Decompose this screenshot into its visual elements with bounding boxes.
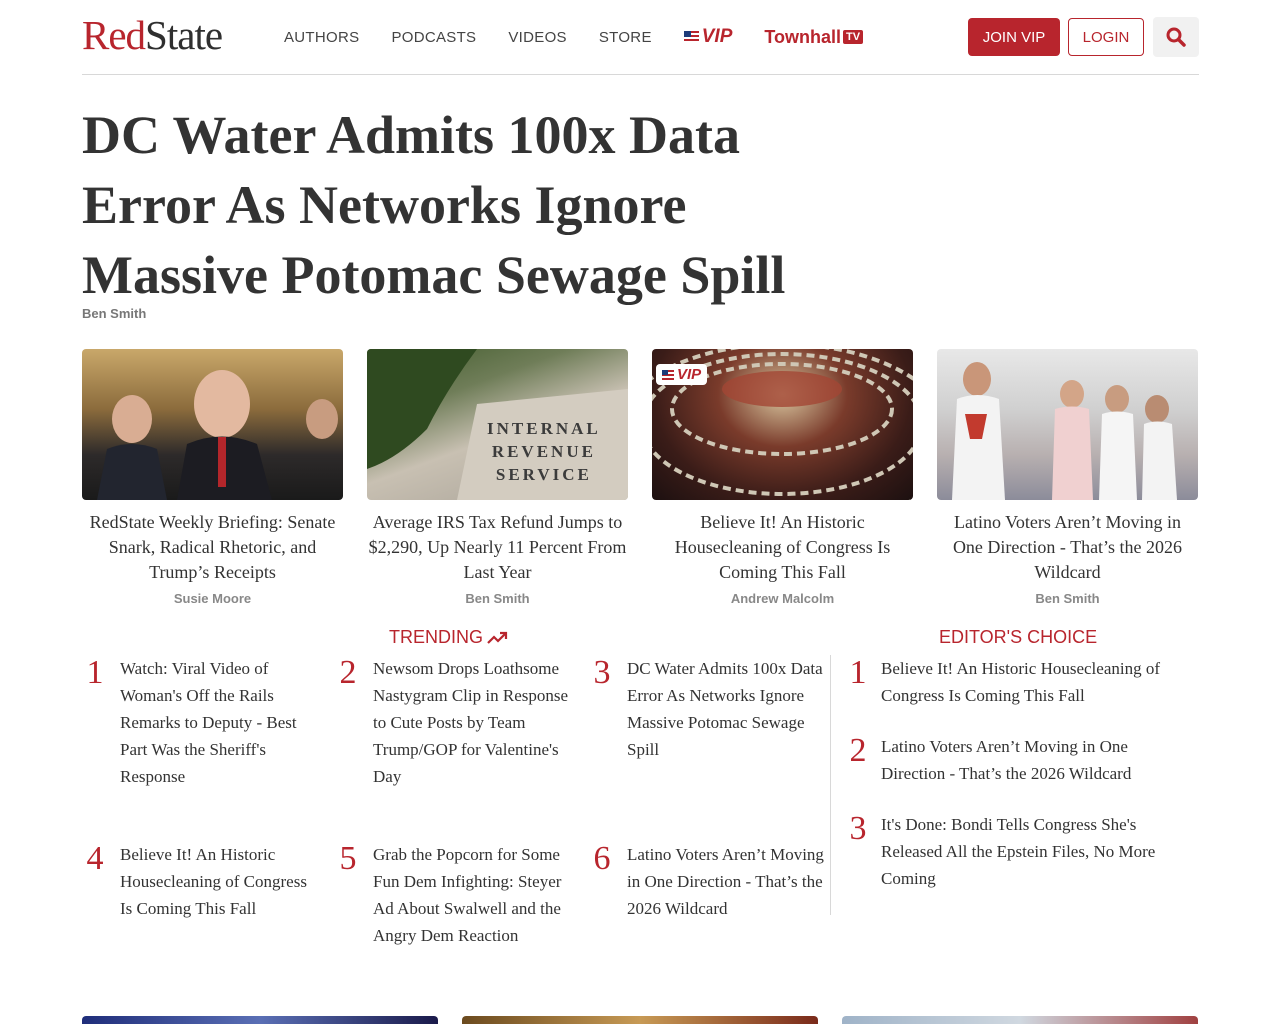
story-image[interactable] bbox=[937, 349, 1198, 500]
story-author[interactable]: Ben Smith bbox=[937, 591, 1198, 606]
irs-line: REVENUE bbox=[491, 442, 596, 461]
item-title[interactable]: DC Water Admits 100x Data Error As Netwo… bbox=[627, 655, 827, 763]
story-card[interactable]: VIP Believe It! An Historic Housecleanin… bbox=[652, 349, 913, 606]
story-title[interactable]: Latino Voters Aren’t Moving in One Direc… bbox=[937, 510, 1198, 585]
item-number: 1 bbox=[86, 654, 104, 691]
site-header: RedState AUTHORS PODCASTS VIDEOS STORE V… bbox=[82, 0, 1199, 75]
item-title[interactable]: Believe It! An Historic Housecleaning of… bbox=[881, 655, 1195, 709]
story-image[interactable] bbox=[82, 1016, 438, 1024]
logo-dark: State bbox=[145, 12, 223, 58]
item-title[interactable]: Newsom Drops Loathsome Nastygram Clip in… bbox=[373, 655, 573, 790]
logo-red: Red bbox=[82, 12, 146, 58]
headline-author[interactable]: Ben Smith bbox=[82, 306, 146, 321]
story-image[interactable]: VIP bbox=[652, 349, 913, 500]
story-card[interactable]: RedState Weekly Briefing: Senate Snark, … bbox=[82, 349, 343, 606]
nav-authors[interactable]: AUTHORS bbox=[284, 29, 359, 46]
nav-podcasts[interactable]: PODCASTS bbox=[391, 29, 476, 46]
irs-line: SERVICE bbox=[495, 465, 592, 484]
join-vip-button[interactable]: JOIN VIP bbox=[968, 18, 1060, 56]
story-title[interactable]: Believe It! An Historic Housecleaning of… bbox=[652, 510, 913, 585]
item-title[interactable]: Watch: Viral Video of Woman's Off the Ra… bbox=[120, 655, 320, 790]
item-number: 5 bbox=[339, 840, 357, 877]
item-title[interactable]: Grab the Popcorn for Some Fun Dem Infigh… bbox=[373, 841, 573, 949]
main-nav: AUTHORS PODCASTS VIDEOS STORE VIP Townha… bbox=[284, 26, 864, 48]
item-title[interactable]: Latino Voters Aren’t Moving in One Direc… bbox=[627, 841, 827, 922]
photo-illustration bbox=[952, 362, 1177, 500]
trending-up-icon bbox=[487, 631, 508, 644]
townhall-label: Townhall bbox=[764, 26, 842, 47]
tv-badge: TV bbox=[843, 30, 864, 44]
item-title[interactable]: Latino Voters Aren’t Moving in One Direc… bbox=[881, 733, 1195, 787]
story-image[interactable] bbox=[462, 1016, 818, 1024]
item-number: 3 bbox=[849, 810, 867, 847]
nav-vip[interactable]: VIP bbox=[683, 26, 733, 48]
search-icon bbox=[1166, 27, 1186, 47]
vip-badge-label: VIP bbox=[677, 366, 702, 383]
vip-badge: VIP bbox=[656, 364, 708, 385]
nav-vip-label: VIP bbox=[701, 26, 733, 47]
story-author[interactable]: Ben Smith bbox=[367, 591, 628, 606]
story-title[interactable]: Average IRS Tax Refund Jumps to $2,290, … bbox=[367, 510, 628, 585]
item-title[interactable]: It's Done: Bondi Tells Congress She's Re… bbox=[881, 811, 1195, 892]
item-number: 2 bbox=[339, 654, 357, 691]
column-divider bbox=[830, 655, 831, 915]
item-number: 3 bbox=[593, 654, 611, 691]
main-headline[interactable]: DC Water Admits 100x Data Error As Netwo… bbox=[82, 100, 842, 310]
site-logo[interactable]: RedState bbox=[82, 12, 223, 58]
irs-sign: INTERNAL REVENUE SERVICE bbox=[487, 417, 601, 486]
flag-icon bbox=[683, 31, 699, 43]
story-card[interactable]: INTERNAL REVENUE SERVICE Average IRS Tax… bbox=[367, 349, 628, 606]
item-number: 4 bbox=[86, 840, 104, 877]
nav-videos[interactable]: VIDEOS bbox=[508, 29, 566, 46]
search-button[interactable] bbox=[1153, 17, 1199, 57]
story-card[interactable]: Latino Voters Aren’t Moving in One Direc… bbox=[937, 349, 1198, 606]
story-image[interactable] bbox=[82, 349, 343, 500]
flag-icon bbox=[662, 369, 674, 380]
item-number: 6 bbox=[593, 840, 611, 877]
story-image[interactable] bbox=[842, 1016, 1198, 1024]
story-title[interactable]: RedState Weekly Briefing: Senate Snark, … bbox=[82, 510, 343, 585]
nav-store[interactable]: STORE bbox=[599, 29, 652, 46]
story-image[interactable]: INTERNAL REVENUE SERVICE bbox=[367, 349, 628, 500]
item-title[interactable]: Believe It! An Historic Housecleaning of… bbox=[120, 841, 320, 922]
irs-line: INTERNAL bbox=[487, 419, 601, 438]
item-number: 2 bbox=[849, 732, 867, 769]
story-cards: RedState Weekly Briefing: Senate Snark, … bbox=[82, 349, 1198, 606]
photo-illustration bbox=[97, 370, 338, 500]
editors-choice-heading: EDITOR'S CHOICE bbox=[939, 627, 1098, 647]
trending-heading: TRENDING bbox=[389, 627, 509, 648]
nav-townhall-tv[interactable]: Townhall TV bbox=[764, 26, 864, 48]
trending-label: TRENDING bbox=[389, 627, 483, 647]
login-button[interactable]: LOGIN bbox=[1068, 18, 1144, 56]
story-author[interactable]: Susie Moore bbox=[82, 591, 343, 606]
item-number: 1 bbox=[849, 654, 867, 691]
story-author[interactable]: Andrew Malcolm bbox=[652, 591, 913, 606]
